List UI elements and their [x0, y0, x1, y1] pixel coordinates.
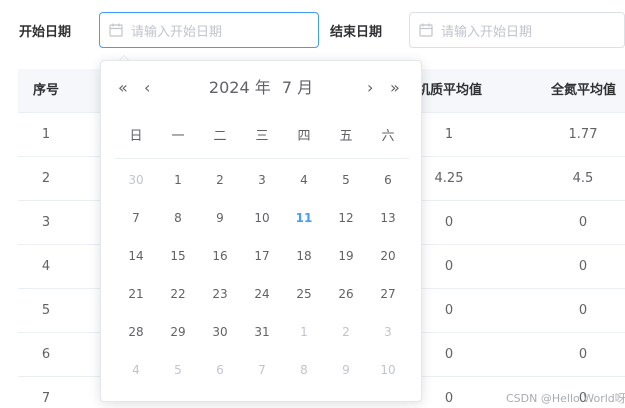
- calendar-week-row: 7 8 9 10 11 12 13: [115, 199, 409, 237]
- next-month-button[interactable]: ›: [367, 78, 373, 98]
- calendar-day[interactable]: 7: [115, 199, 157, 237]
- calendar-icon: [419, 23, 433, 37]
- weekday-label: 三: [255, 129, 269, 144]
- column-header-total-nitrogen: 全氮平均值: [551, 83, 617, 98]
- weekday-label: 二: [213, 129, 227, 144]
- calendar-day[interactable]: 12: [325, 199, 367, 237]
- calendar-day-other-month[interactable]: 9: [325, 351, 367, 389]
- calendar-day[interactable]: 9: [199, 199, 241, 237]
- calendar-day[interactable]: 1: [157, 161, 199, 199]
- date-grid: 30 1 2 3 4 5 6 7 8 9 10 11 12 13 14 15 16 17 18 19 20 21 22 23 2…: [115, 161, 409, 389]
- watermark: CSDN @Hello World呀: [506, 392, 625, 405]
- next-year-button[interactable]: »: [390, 78, 400, 98]
- cell-total-nitrogen: 0: [578, 259, 588, 274]
- calendar-day-other-month[interactable]: 30: [115, 161, 157, 199]
- calendar-week-row: 28 29 30 31 1 2 3: [115, 313, 409, 351]
- calendar-day[interactable]: 19: [325, 237, 367, 275]
- calendar-day[interactable]: 14: [115, 237, 157, 275]
- calendar-day-other-month[interactable]: 3: [367, 313, 409, 351]
- calendar-day[interactable]: 21: [115, 275, 157, 313]
- cell-index: 1: [41, 127, 51, 142]
- cell-index: 3: [41, 215, 51, 230]
- cell-index: 6: [41, 347, 51, 362]
- year-label[interactable]: 2024 年: [209, 78, 271, 98]
- start-date-label: 开始日期: [19, 25, 72, 40]
- weekday-label: 五: [339, 129, 353, 144]
- calendar-week-row: 14 15 16 17 18 19 20: [115, 237, 409, 275]
- calendar-day[interactable]: 24: [241, 275, 283, 313]
- cell-total-nitrogen: 0: [578, 303, 588, 318]
- calendar-day[interactable]: 13: [367, 199, 409, 237]
- cell-total-nitrogen: 1.77: [568, 127, 598, 142]
- cell-index: 2: [41, 171, 51, 186]
- cell-total-nitrogen: 0: [578, 215, 588, 230]
- calendar-day[interactable]: 8: [157, 199, 199, 237]
- calendar-day[interactable]: 3: [241, 161, 283, 199]
- calendar-day[interactable]: 2: [199, 161, 241, 199]
- weekday-label: 一: [171, 129, 185, 144]
- end-date-label: 结束日期: [330, 25, 383, 40]
- calendar-week-row: 4 5 6 7 8 9 10: [115, 351, 409, 389]
- calendar-day-other-month[interactable]: 6: [199, 351, 241, 389]
- calendar-day-other-month[interactable]: 8: [283, 351, 325, 389]
- calendar-day[interactable]: 17: [241, 237, 283, 275]
- calendar-day[interactable]: 30: [199, 313, 241, 351]
- cell-index: 5: [41, 303, 51, 318]
- end-date-placeholder: 请输入开始日期: [441, 24, 533, 40]
- calendar-day-other-month[interactable]: 7: [241, 351, 283, 389]
- calendar-day-today[interactable]: 11: [283, 199, 325, 237]
- calendar-day-other-month[interactable]: 4: [115, 351, 157, 389]
- cell-index: 4: [41, 259, 51, 274]
- calendar-week-row: 21 22 23 24 25 26 27: [115, 275, 409, 313]
- calendar-day[interactable]: 28: [115, 313, 157, 351]
- cell-index: 7: [41, 391, 51, 406]
- end-date-input[interactable]: 请输入开始日期: [409, 12, 625, 48]
- calendar-day[interactable]: 16: [199, 237, 241, 275]
- weekday-label: 四: [297, 129, 311, 144]
- calendar-day[interactable]: 4: [283, 161, 325, 199]
- date-picker-panel: « ‹ 2024 年 7 月 › » 日一二三四五六 30 1 2 3 4 5 6 7 8 9 10…: [100, 60, 422, 402]
- calendar-day[interactable]: 26: [325, 275, 367, 313]
- calendar-icon: [109, 23, 123, 37]
- cell-total-nitrogen: 4.5: [572, 171, 594, 186]
- weekday-label: 六: [381, 129, 395, 144]
- calendar-day[interactable]: 29: [157, 313, 199, 351]
- calendar-day[interactable]: 31: [241, 313, 283, 351]
- start-date-placeholder: 请输入开始日期: [131, 24, 223, 40]
- calendar-day-other-month[interactable]: 5: [157, 351, 199, 389]
- calendar-day-other-month[interactable]: 1: [283, 313, 325, 351]
- calendar-day[interactable]: 23: [199, 275, 241, 313]
- weekday-header-row: 日一二三四五六: [115, 123, 409, 159]
- weekday-label: 日: [129, 129, 143, 144]
- calendar-day[interactable]: 27: [367, 275, 409, 313]
- calendar-day[interactable]: 22: [157, 275, 199, 313]
- cell-total-nitrogen: 0: [578, 347, 588, 362]
- calendar-day[interactable]: 15: [157, 237, 199, 275]
- calendar-day[interactable]: 25: [283, 275, 325, 313]
- start-date-input[interactable]: 请输入开始日期: [99, 12, 319, 48]
- month-label[interactable]: 7 月: [282, 78, 313, 98]
- calendar-week-row: 30 1 2 3 4 5 6: [115, 161, 409, 199]
- calendar-day[interactable]: 5: [325, 161, 367, 199]
- calendar-day[interactable]: 10: [241, 199, 283, 237]
- calendar-day[interactable]: 20: [367, 237, 409, 275]
- calendar-day-other-month[interactable]: 2: [325, 313, 367, 351]
- column-header-index: 序号: [33, 83, 60, 98]
- calendar-day-other-month[interactable]: 10: [367, 351, 409, 389]
- calendar-day[interactable]: 6: [367, 161, 409, 199]
- calendar-day[interactable]: 18: [283, 237, 325, 275]
